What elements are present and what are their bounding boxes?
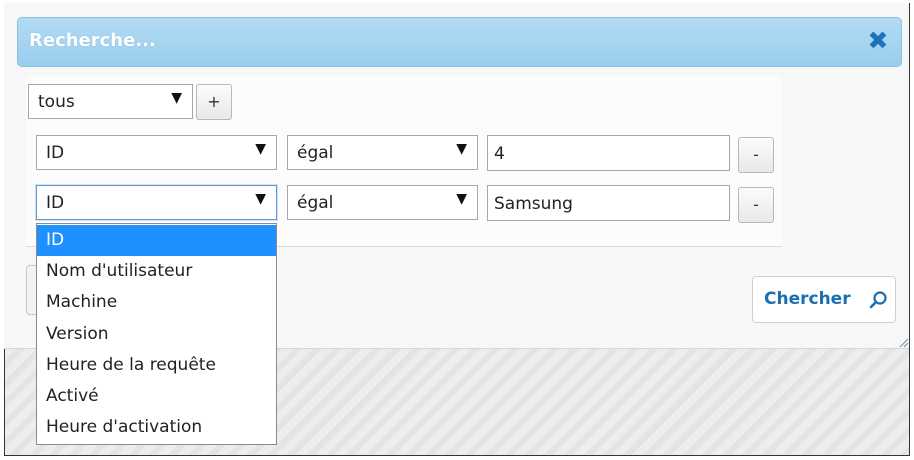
dropdown-option-username[interactable]: Nom d'utilisateur (37, 256, 276, 287)
search-button[interactable]: Chercher (752, 276, 896, 323)
row1-field-select[interactable]: ID ▼ (36, 135, 277, 170)
dropdown-option-request-time[interactable]: Heure de la requête (37, 350, 276, 381)
chevron-down-icon: ▼ (171, 90, 182, 106)
dialog-title: Recherche... (29, 30, 156, 51)
chevron-down-icon: ▼ (456, 191, 467, 207)
row1-operator-select[interactable]: égal ▼ (287, 135, 478, 170)
dropdown-option-id[interactable]: ID (37, 225, 276, 256)
field-dropdown-list: ID Nom d'utilisateur Machine Version Heu… (36, 223, 277, 445)
dialog-titlebar[interactable]: Recherche... ✖ (17, 17, 902, 67)
row2-value-input[interactable]: Samsung (487, 185, 730, 221)
row2-operator-value: égal (297, 193, 334, 213)
chevron-down-icon: ▼ (255, 141, 266, 157)
row2-value-text: Samsung (494, 194, 573, 214)
row2-field-value: ID (46, 193, 65, 213)
search-icon (868, 290, 888, 315)
row1-field-value: ID (46, 143, 65, 163)
search-button-label: Chercher (764, 289, 851, 309)
dropdown-option-version[interactable]: Version (37, 319, 276, 350)
row2-field-select[interactable]: ID ▼ (36, 185, 277, 220)
match-mode-value: tous (38, 92, 75, 112)
row2-operator-select[interactable]: égal ▼ (287, 185, 478, 220)
dropdown-option-activated[interactable]: Activé (37, 381, 276, 412)
row2-remove-button[interactable]: - (738, 187, 774, 223)
dropdown-option-activation-time[interactable]: Heure d'activation (37, 412, 276, 443)
resize-grip-icon[interactable] (899, 333, 909, 348)
close-icon[interactable]: ✖ (865, 27, 891, 55)
match-mode-select[interactable]: tous ▼ (28, 84, 193, 119)
row1-operator-value: égal (297, 143, 334, 163)
add-criterion-button[interactable]: + (196, 84, 232, 120)
dropdown-option-machine[interactable]: Machine (37, 287, 276, 318)
chevron-down-icon: ▼ (255, 191, 266, 207)
chevron-down-icon: ▼ (456, 141, 467, 157)
row1-value-text: 4 (494, 144, 505, 164)
row1-value-input[interactable]: 4 (487, 135, 730, 171)
row1-remove-button[interactable]: - (738, 137, 774, 173)
